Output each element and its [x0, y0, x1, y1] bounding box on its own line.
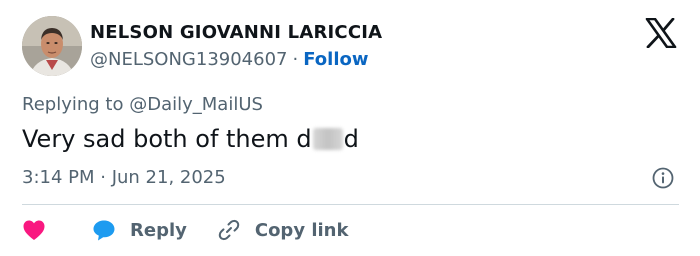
- action-bar: Reply Copy link: [22, 216, 348, 244]
- follow-button[interactable]: Follow: [303, 49, 368, 70]
- link-icon: [218, 219, 240, 241]
- replying-to-context: Replying to @Daily_MailUS: [22, 94, 263, 115]
- reply-label: Reply: [130, 219, 187, 241]
- author-handle[interactable]: @NELSONG13904607: [90, 49, 288, 70]
- reply-button[interactable]: Reply: [92, 219, 187, 241]
- replying-to-mention[interactable]: @Daily_MailUS: [129, 94, 263, 115]
- author-display-name[interactable]: NELSON GIOVANNI LARICCIA: [90, 22, 382, 43]
- avatar[interactable]: [22, 16, 82, 76]
- heart-icon: [23, 220, 45, 240]
- tweet-embed-card: NELSON GIOVANNI LARICCIA @NELSONG1390460…: [0, 0, 700, 256]
- copy-link-label: Copy link: [254, 219, 349, 241]
- speech-bubble-icon: [93, 220, 115, 241]
- censored-word-blur: [312, 128, 343, 150]
- tweet-text: Very sad both of them d d: [22, 125, 359, 153]
- divider: [22, 204, 679, 205]
- handle-separator: ·: [292, 49, 299, 70]
- like-button[interactable]: [22, 219, 46, 241]
- tweet-text-start: Very sad both of them d: [22, 125, 312, 153]
- author-handle-row: @NELSONG13904607 · Follow: [90, 49, 369, 70]
- tweet-timestamp[interactable]: 3:14 PM · Jun 21, 2025: [22, 167, 226, 188]
- copy-link-button[interactable]: Copy link: [217, 218, 349, 242]
- avatar-photo: [22, 16, 82, 76]
- x-logo-icon[interactable]: [645, 18, 677, 48]
- tweet-text-end: d: [343, 125, 359, 153]
- replying-to-prefix: Replying to: [22, 94, 124, 115]
- info-icon[interactable]: [651, 166, 675, 190]
